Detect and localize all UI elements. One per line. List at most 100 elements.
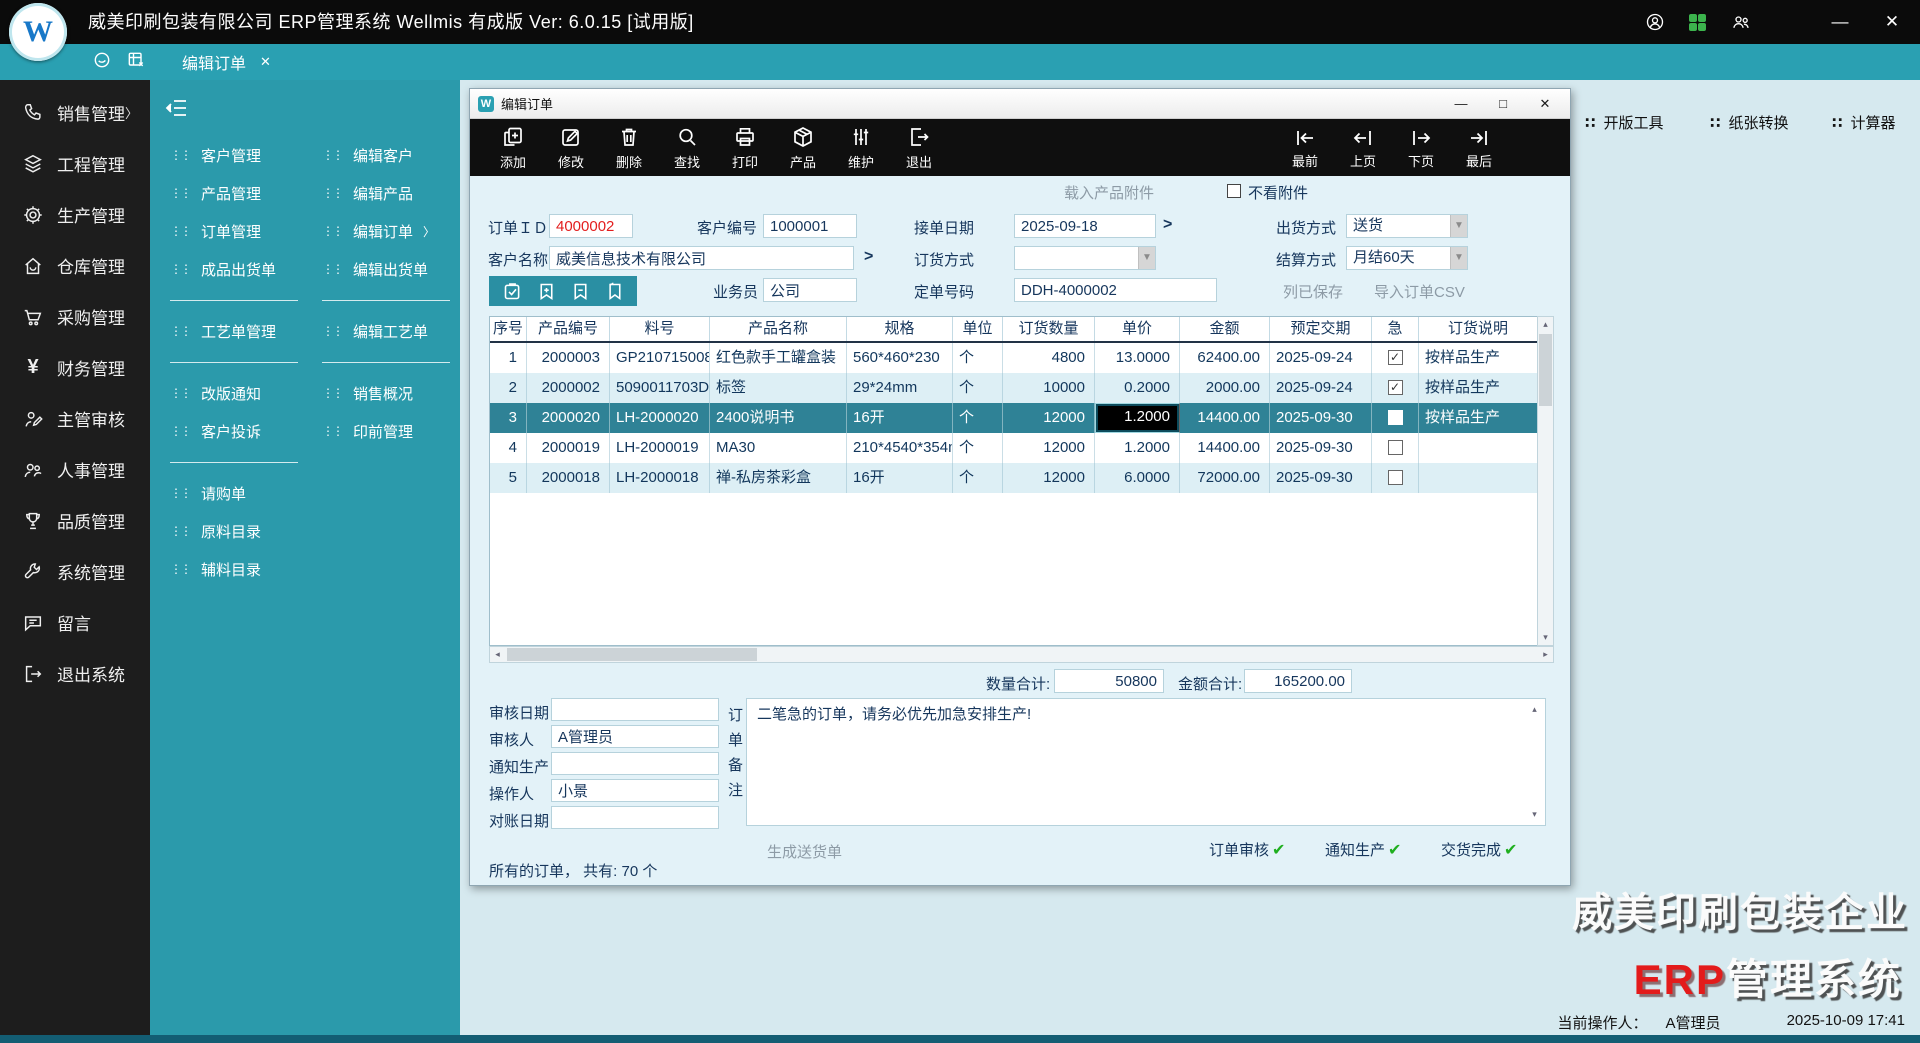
dialog-close-button[interactable]: ✕ [1524, 90, 1566, 117]
load-attachment-link[interactable]: 载入产品附件 [1064, 182, 1154, 203]
submenu-item-customer-mgmt[interactable]: ⋮⋮客户管理 [170, 136, 312, 174]
find-button[interactable]: 查找 [658, 122, 716, 174]
dialog-maximize-button[interactable]: □ [1482, 90, 1524, 117]
table-cell[interactable]: 禅-私房茶彩盒 [710, 463, 847, 493]
column-header[interactable]: 序号 [490, 317, 527, 341]
submenu-item-edit-product[interactable]: ⋮⋮编辑产品 [322, 174, 464, 212]
table-cell[interactable]: 1 [490, 343, 527, 373]
table-cell[interactable]: 2000018 [527, 463, 610, 493]
table-cell[interactable]: 3 [490, 403, 527, 433]
date-picker-button[interactable]: > [1163, 216, 1172, 234]
order-reviewed-status[interactable]: 订单审核✔ [1209, 839, 1285, 860]
maintain-button[interactable]: 维护 [832, 122, 890, 174]
table-cell[interactable]: 2025-09-30 [1270, 403, 1372, 433]
submenu-item-sales-overview[interactable]: ⋮⋮销售概况 [322, 374, 464, 412]
table-cell[interactable] [1419, 463, 1538, 493]
sidebar-item-hr[interactable]: 人事管理 [0, 444, 150, 495]
table-cell[interactable]: 5 [490, 463, 527, 493]
tab-edit-order[interactable]: 编辑订单 ✕ [182, 50, 271, 74]
table-cell[interactable]: 2025-09-24 [1270, 343, 1372, 373]
generate-delivery-link[interactable]: 生成送货单 [767, 841, 842, 862]
sidebar-item-messages[interactable]: 留言 [0, 597, 150, 648]
table-cell[interactable]: 10000 [1003, 373, 1095, 403]
amount-total-input[interactable] [1244, 669, 1352, 693]
table-cell[interactable]: 4 [490, 433, 527, 463]
scroll-thumb[interactable] [1539, 334, 1552, 406]
table-cell[interactable]: 按样品生产 [1419, 403, 1538, 433]
sidebar-item-quality[interactable]: 品质管理 [0, 495, 150, 546]
bookmark-icon[interactable] [604, 281, 625, 302]
scroll-right-icon[interactable]: ▸ [1538, 647, 1553, 662]
saved-columns-link[interactable]: 列已保存 [1283, 281, 1343, 302]
submenu-item-complaints[interactable]: ⋮⋮客户投诉 [170, 412, 312, 450]
table-cell[interactable]: 2000002 [527, 373, 610, 403]
submenu-item-purchase-request[interactable]: ⋮⋮请购单 [170, 474, 312, 512]
print-button[interactable]: 打印 [716, 122, 774, 174]
submenu-item-edit-customer[interactable]: ⋮⋮编辑客户 [322, 136, 464, 174]
table-cell[interactable]: 2000019 [527, 433, 610, 463]
table-cell[interactable]: 13.0000 [1095, 343, 1180, 373]
table-cell[interactable]: 2000020 [527, 403, 610, 433]
scroll-down-icon[interactable]: ▾ [1538, 630, 1553, 645]
order-id-input[interactable] [549, 214, 633, 238]
tool-paper-convert[interactable]: ∷纸张转换 [1710, 112, 1788, 133]
table-cell[interactable]: 16开 [847, 463, 953, 493]
sidebar-item-engineering[interactable]: 工程管理 [0, 138, 150, 189]
table-cell[interactable]: 1.2000 [1095, 433, 1180, 463]
table-row[interactable]: 220000025090011703D标签29*24mm个100000.2000… [490, 373, 1537, 403]
sidebar-item-supervisor-review[interactable]: 主管审核 [0, 393, 150, 444]
submenu-item-aux-materials[interactable]: ⋮⋮辅料目录 [170, 550, 312, 588]
table-cell[interactable]: 红色款手工罐盒装 [710, 343, 847, 373]
customer-name-input[interactable] [549, 246, 854, 270]
tab-close-icon[interactable]: ✕ [260, 54, 271, 70]
table-horizontal-scrollbar[interactable]: ◂ ▸ [489, 646, 1554, 663]
column-header[interactable]: 急 [1372, 317, 1419, 341]
submenu-item-edit-shipment[interactable]: ⋮⋮编辑出货单 [322, 250, 464, 288]
dialog-titlebar[interactable]: W 编辑订单 — □ ✕ [470, 89, 1570, 119]
submenu-item-order-mgmt[interactable]: ⋮⋮订单管理 [170, 212, 312, 250]
review-date-input[interactable] [551, 698, 719, 721]
skip-attachment-checkbox[interactable] [1227, 184, 1241, 198]
table-cell[interactable]: 12000 [1003, 433, 1095, 463]
table-cell[interactable]: 按样品生产 [1419, 343, 1538, 373]
last-record-button[interactable]: 最后 [1450, 123, 1508, 175]
ship-method-select[interactable]: 送货▼ [1346, 214, 1468, 238]
exit-button[interactable]: 退出 [890, 122, 948, 174]
account-icon[interactable] [1645, 12, 1665, 32]
table-cell[interactable] [1372, 403, 1419, 433]
submenu-item-process-sheet[interactable]: ⋮⋮工艺单管理 [170, 312, 312, 350]
scroll-down-icon[interactable]: ▾ [1527, 807, 1542, 822]
delete-button[interactable]: 删除 [600, 122, 658, 174]
table-cell[interactable]: 2000.00 [1180, 373, 1270, 403]
sidebar-item-production[interactable]: 生产管理 [0, 189, 150, 240]
table-cell[interactable]: 6.0000 [1095, 463, 1180, 493]
prev-page-button[interactable]: 上页 [1334, 123, 1392, 175]
table-cell[interactable]: LH-2000018 [610, 463, 710, 493]
table-cell[interactable]: 29*24mm [847, 373, 953, 403]
scroll-thumb[interactable] [507, 648, 757, 661]
table-cell[interactable]: 12000 [1003, 463, 1095, 493]
table-cell[interactable]: 210*4540*354mm [847, 433, 953, 463]
column-header[interactable]: 料号 [610, 317, 710, 341]
column-header[interactable]: 产品编号 [527, 317, 610, 341]
dialog-minimize-button[interactable]: — [1440, 90, 1482, 117]
table-row[interactable]: 42000019LH-2000019MA30210*4540*354mm个120… [490, 433, 1537, 463]
submenu-item-revision-notice[interactable]: ⋮⋮改版通知 [170, 374, 312, 412]
table-cell[interactable]: ✓ [1372, 373, 1419, 403]
settle-method-select[interactable]: 月结60天▼ [1346, 246, 1468, 270]
table-cell[interactable]: 560*460*230 [847, 343, 953, 373]
urgent-checkbox[interactable]: ✓ [1388, 350, 1403, 365]
sidebar-item-purchasing[interactable]: 采购管理 [0, 291, 150, 342]
table-cell[interactable]: 72000.00 [1180, 463, 1270, 493]
receive-date-input[interactable] [1014, 214, 1156, 238]
order-no-input[interactable] [1014, 278, 1217, 302]
operator-input[interactable] [551, 779, 719, 802]
table-cell[interactable]: 2 [490, 373, 527, 403]
table-row[interactable]: 32000020LH-20000202400说明书16开个120001.2000… [490, 403, 1537, 433]
confirm-check-icon[interactable] [502, 281, 523, 302]
table-cell[interactable]: 14400.00 [1180, 403, 1270, 433]
sidebar-item-system[interactable]: 系统管理 [0, 546, 150, 597]
table-cell[interactable]: 个 [953, 373, 1003, 403]
dropdown-arrow-icon[interactable]: ▼ [1138, 247, 1155, 269]
table-cell[interactable]: LH-2000019 [610, 433, 710, 463]
